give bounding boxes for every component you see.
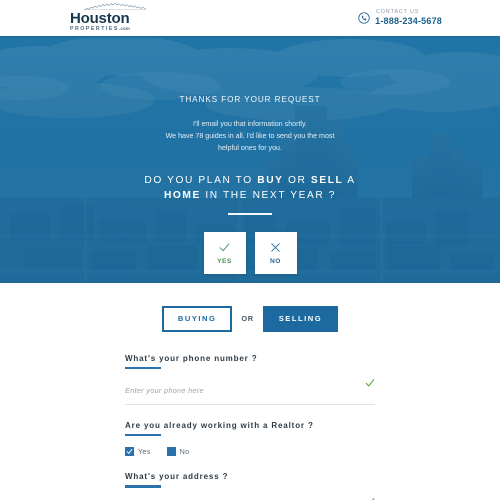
hero-paragraph-line: I'll email you that information shortly.	[193, 120, 307, 128]
label-accent-underline	[125, 433, 161, 437]
hero-paragraph-line: We have 78 guides in all. I'd like to se…	[165, 132, 335, 141]
realtor-option-no-label: No	[179, 447, 190, 457]
hero-question-part: OR	[283, 174, 311, 186]
toggle-buying-button[interactable]: BUYING	[161, 306, 233, 332]
lead-form: What's your phone number ? Are you alrea…	[125, 354, 375, 500]
phone-input-wrap[interactable]	[125, 379, 375, 405]
field-phone-label: What's your phone number ?	[125, 353, 258, 363]
label-accent-underline	[125, 485, 161, 488]
check-icon	[365, 379, 375, 387]
hero-question-sell: SELL	[310, 174, 344, 186]
hero-paragraph: I'll email you that information shortly.…	[166, 118, 335, 155]
logo[interactable]: Houston PROPERTIES.com	[70, 3, 146, 32]
buy-sell-toggle: BUYING OR SELLING	[0, 306, 500, 332]
hero-question-buy: BUY	[257, 174, 284, 186]
hero-kicker: THANKS FOR YOUR REQUEST	[179, 95, 321, 104]
realtor-options: Yes No	[125, 447, 375, 457]
label-accent-underline	[125, 366, 161, 369]
skyline-icon	[84, 3, 146, 11]
field-realtor: Are you already working with a Realtor ?…	[125, 420, 375, 457]
field-phone: What's your phone number ?	[125, 354, 375, 405]
contact-block[interactable]: CONTACT US 1-888-234-5678	[358, 9, 442, 26]
hero-section: THANKS FOR YOUR REQUEST I'll email you t…	[0, 38, 500, 283]
contact-phone-number[interactable]: 1-888-234-5678	[375, 16, 442, 26]
realtor-option-yes-label: Yes	[138, 447, 151, 457]
toggle-or-label: OR	[241, 314, 254, 324]
checkbox-no[interactable]	[166, 447, 176, 457]
phone-icon	[358, 12, 370, 24]
field-address: What's your address ?	[125, 472, 375, 500]
choice-no-label: NO	[270, 258, 281, 266]
hero-question-part: A	[343, 174, 356, 186]
hero-question-part: IN THE NEXT YEAR ?	[200, 190, 337, 202]
toggle-selling-button[interactable]: SELLING	[262, 306, 339, 332]
hero-question-part: DO YOU PLAN TO	[144, 174, 258, 186]
logo-title: Houston	[70, 10, 130, 28]
logo-subtitle: PROPERTIES.com	[70, 26, 130, 33]
check-icon	[219, 243, 230, 252]
field-address-label: What's your address ?	[125, 472, 229, 482]
hero-choice-group: YES NO	[203, 232, 297, 275]
choice-yes-label: YES	[217, 258, 232, 266]
choice-yes-button[interactable]: YES	[203, 232, 246, 275]
hero-paragraph-line: helpful ones for you.	[218, 144, 282, 153]
hero-question-home: HOME	[163, 190, 201, 202]
field-realtor-label: Are you already working with a Realtor ?	[125, 420, 314, 430]
realtor-option-yes[interactable]: Yes	[125, 447, 151, 457]
hero-question: DO YOU PLAN TO BUY OR SELL A HOME IN THE …	[144, 173, 355, 205]
choice-no-button[interactable]: NO	[254, 232, 297, 275]
checkbox-yes[interactable]	[125, 447, 134, 457]
phone-input[interactable]	[125, 385, 375, 395]
hero-divider	[228, 213, 272, 216]
site-header: Houston PROPERTIES.com CONTACT US 1-888-…	[0, 0, 500, 38]
check-icon	[126, 449, 133, 455]
x-icon	[271, 243, 280, 252]
realtor-option-no[interactable]: No	[166, 447, 190, 457]
